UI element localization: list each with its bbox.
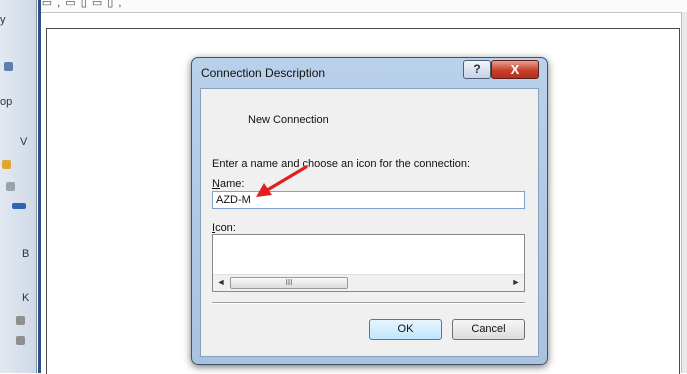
dialog-client-area: New Connection Enter a name and choose a… [200, 88, 539, 357]
name-label-rest: ame: [219, 178, 245, 190]
icon-label-rest: con: [215, 222, 236, 234]
ok-button[interactable]: OK [369, 319, 442, 340]
workspace-vertical-scrollbar[interactable] [681, 12, 687, 373]
name-label: Name: [212, 178, 244, 190]
icon-list[interactable]: ◄ III ► [212, 234, 525, 292]
top-toolbar-strip: □ ▭ , ▭ ▯ ▭ ▯ , [0, 0, 687, 12]
left-panel-text-2: op [0, 96, 13, 108]
toolbar-icons: □ ▭ , ▭ ▯ ▭ ▯ , [30, 0, 123, 9]
left-panel-arrow-icon[interactable] [16, 316, 25, 325]
connection-description-dialog: Connection Description ? X New Connectio… [191, 57, 548, 365]
left-panel-folder-icon[interactable] [2, 160, 11, 169]
scrollbar-thumb[interactable]: III [230, 277, 348, 289]
help-button[interactable]: ? [463, 60, 491, 79]
new-connection-heading: New Connection [248, 114, 329, 126]
name-label-accelerator: N [212, 178, 220, 190]
left-panel-edge [38, 0, 41, 373]
left-side-panel: y op V B K [0, 0, 41, 373]
left-panel-gear-icon[interactable] [6, 182, 15, 191]
left-panel-icon[interactable] [4, 62, 13, 71]
dialog-title: Connection Description [201, 66, 326, 80]
left-panel-text-3: V [20, 136, 28, 148]
scroll-left-icon[interactable]: ◄ [215, 277, 227, 287]
close-button[interactable]: X [491, 60, 539, 79]
left-panel-bar-icon [12, 203, 26, 209]
separator-line [212, 302, 525, 304]
left-panel-text-5: K [22, 292, 30, 304]
icon-list-horizontal-scrollbar[interactable]: ◄ III ► [213, 274, 524, 291]
left-panel-text-1: y [0, 14, 6, 26]
left-panel-text-4: B [22, 248, 30, 260]
cancel-button[interactable]: Cancel [452, 319, 525, 340]
annotation-arrow-icon [256, 165, 308, 197]
toolbar-divider [38, 12, 687, 13]
instructions-text: Enter a name and choose an icon for the … [212, 158, 471, 170]
left-panel-arrow-icon-2[interactable] [16, 336, 25, 345]
icon-label: Icon: [212, 222, 236, 234]
scroll-right-icon[interactable]: ► [510, 277, 522, 287]
